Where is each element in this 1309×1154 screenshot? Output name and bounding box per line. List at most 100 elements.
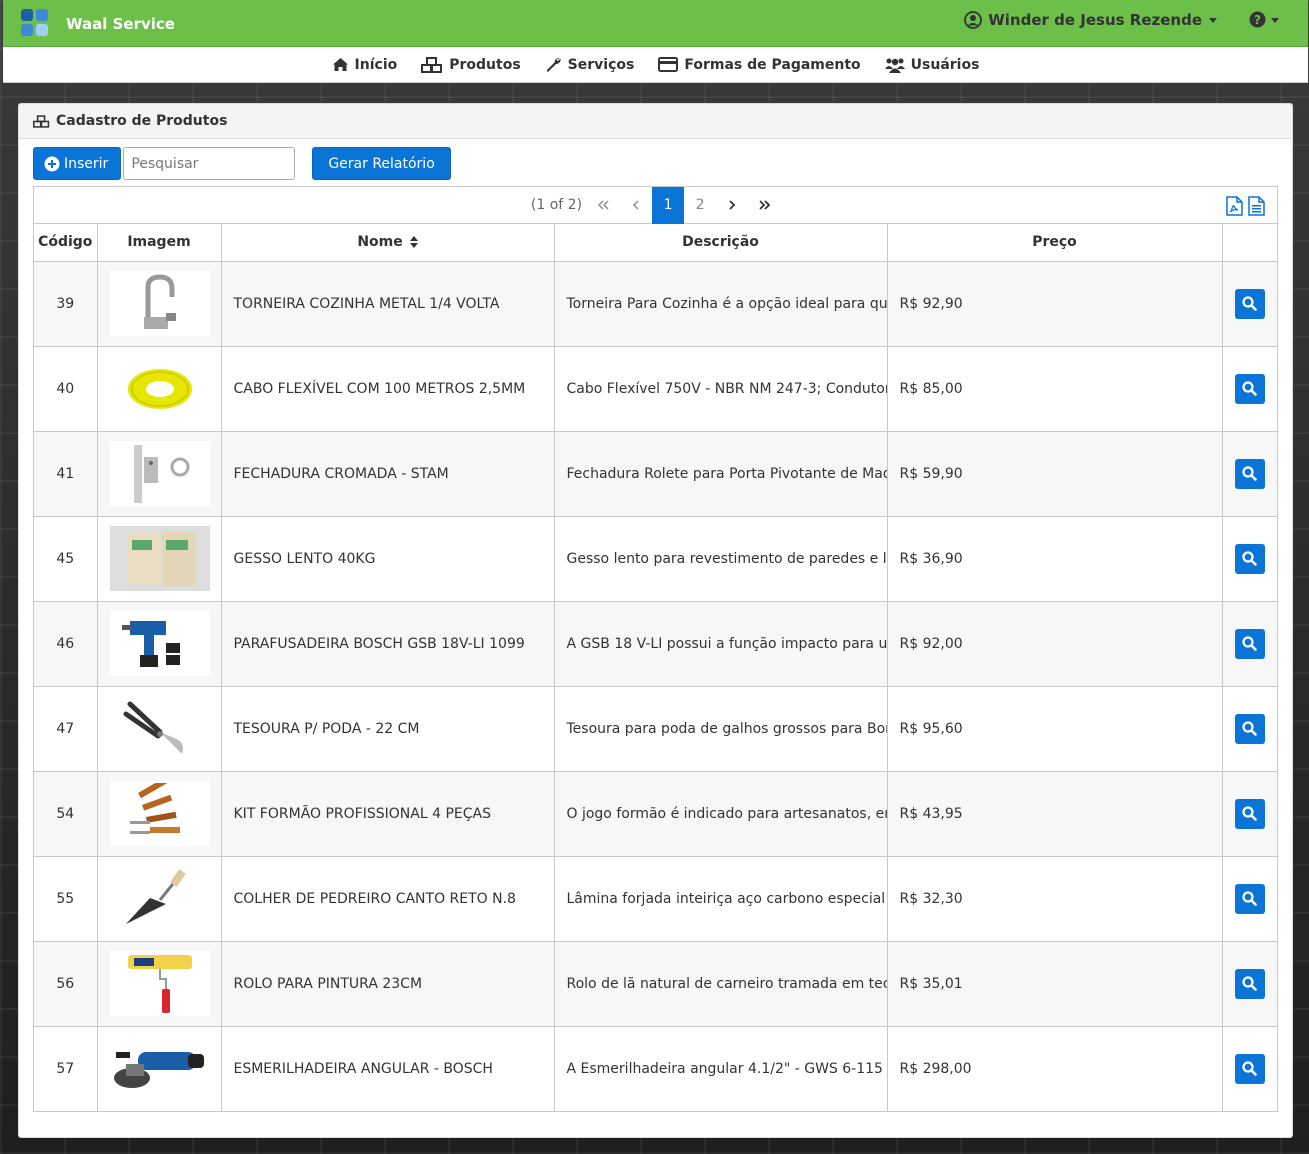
product-image [109,781,210,846]
table-row[interactable]: 56 ROLO PARA PINTURA 23CM Rolo de lã nat… [34,941,1277,1027]
first-page-button[interactable] [588,187,620,224]
nav-label: Formas de Pagamento [684,56,861,73]
search-icon [1242,381,1258,396]
table-row[interactable]: 39 TORNEIRA COZINHA METAL 1/4 VOLTA Torn… [34,261,1277,347]
drill-kit-image [121,620,180,667]
view-product-button[interactable] [1234,798,1265,829]
view-product-button[interactable] [1234,1053,1265,1084]
door-lock-image [133,444,189,503]
cell-price: R$ 298,00 [887,1026,1223,1111]
cell-image [97,431,222,517]
table-header-row: Código Imagem Nome Descrição Preço [34,224,1277,262]
cell-name: TORNEIRA COZINHA METAL 1/4 VOLTA [221,261,555,347]
page-1-button[interactable]: 1 [652,186,685,224]
help-menu[interactable]: ? [1249,11,1280,28]
table-row[interactable]: 47 TESOURA P/ PODA - 22 CM Tesoura para … [34,686,1277,772]
insert-button[interactable]: Inserir [33,147,122,180]
cell-code: 39 [34,261,98,347]
generate-report-button[interactable]: Gerar Relatório [312,147,451,180]
cell-image [97,686,222,772]
nav-label: Serviços [567,56,635,73]
cell-name: PARAFUSADEIRA BOSCH GSB 18V-LI 1099 [221,601,555,687]
cell-name: GESSO LENTO 40KG [221,516,555,602]
column-header-description[interactable]: Descrição [554,224,888,262]
nav-item-produtos[interactable]: Produtos [421,56,521,73]
cell-description: Cabo Flexível 750V - NBR NM 247-3; Condu… [554,346,888,432]
cell-image [97,346,222,432]
column-header-code[interactable]: Código [34,224,98,262]
nav-item-inicio[interactable]: Início [332,57,397,73]
cell-code: 45 [34,516,98,602]
double-chevron-left-icon [598,200,609,210]
cell-actions [1222,686,1277,772]
app-logo[interactable] [21,9,49,37]
view-product-button[interactable] [1234,628,1265,659]
product-image [109,1036,210,1102]
cell-description: Tesoura para poda de galhos grossos para… [554,686,888,772]
cell-price: R$ 92,00 [887,601,1223,687]
cell-description: Lâmina forjada inteiriça aço carbono esp… [554,856,888,942]
cell-actions [1222,431,1277,517]
view-product-button[interactable] [1234,883,1265,914]
search-input[interactable] [123,147,296,180]
search-icon [1242,551,1258,566]
view-product-button[interactable] [1234,288,1265,319]
view-product-button[interactable] [1234,373,1265,404]
cell-name: ESMERILHADEIRA ANGULAR - BOSCH [221,1026,555,1111]
user-menu[interactable]: Winder de Jesus Rezende [964,11,1218,29]
text-file-icon[interactable] [1247,196,1265,216]
sort-icon [409,236,418,249]
cell-actions [1222,346,1277,432]
panel-header: Cadastro de Produtos [19,104,1292,139]
brand-name[interactable]: Waal Service [66,15,175,33]
cell-image [97,856,222,942]
table-row[interactable]: 55 COLHER DE PEDREIRO CANTO RETO N.8 Lâm… [34,856,1277,942]
cable-coil-image [127,368,192,409]
cubes-icon [421,56,443,73]
chevron-right-icon [729,200,736,210]
cell-code: 56 [34,941,98,1027]
svg-text:?: ? [1254,13,1261,27]
column-header-image[interactable]: Imagem [97,224,222,262]
page-2-button[interactable]: 2 [684,187,716,224]
cell-image [97,1026,222,1111]
table-row[interactable]: 40 CABO FLEXÍVEL COM 100 METROS 2,5MM Ca… [34,346,1277,432]
view-product-button[interactable] [1234,713,1265,744]
table-row[interactable]: 46 PARAFUSADEIRA BOSCH GSB 18V-LI 1099 A… [34,601,1277,687]
last-page-button[interactable] [748,187,780,224]
faucet-image [143,273,176,329]
cell-price: R$ 92,90 [887,261,1223,347]
cell-actions [1222,601,1277,687]
cell-actions [1222,1026,1277,1111]
table-row[interactable]: 41 FECHADURA CROMADA - STAM Fechadura Ro… [34,431,1277,517]
cell-name: CABO FLEXÍVEL COM 100 METROS 2,5MM [221,346,555,432]
insert-label: Inserir [64,155,109,172]
search-icon [1242,296,1258,311]
view-product-button[interactable] [1234,458,1265,489]
nav-item-usuarios[interactable]: Usuários [884,57,979,73]
table-row[interactable]: 54 KIT FORMÃO PROFISSIONAL 4 PEÇAS O jog… [34,771,1277,857]
pdf-file-icon[interactable] [1225,196,1243,216]
column-header-name-label: Nome [357,234,403,251]
page-report: (1 of 2) [530,197,583,213]
column-header-name[interactable]: Nome [221,224,555,262]
cell-image [97,601,222,687]
view-product-button[interactable] [1234,543,1265,574]
next-page-button[interactable] [716,187,748,224]
product-image [109,271,210,336]
search-icon [1242,891,1258,906]
users-icon [884,58,905,73]
product-image [109,696,210,761]
search-icon [1242,976,1258,991]
prev-page-button[interactable] [620,187,652,224]
nav-item-servicos[interactable]: Serviços [545,56,635,73]
view-product-button[interactable] [1234,968,1265,999]
cell-actions [1222,771,1277,857]
search-icon [1242,721,1258,736]
table-row[interactable]: 57 ESMERILHADEIRA ANGULAR - BOSCH A Esme… [34,1026,1277,1111]
column-header-price[interactable]: Preço [887,224,1223,262]
table-row[interactable]: 45 GESSO LENTO 40KG Gesso lento para rev… [34,516,1277,602]
cell-image [97,941,222,1027]
nav-item-formas-pagamento[interactable]: Formas de Pagamento [658,56,861,73]
product-image [109,526,210,591]
